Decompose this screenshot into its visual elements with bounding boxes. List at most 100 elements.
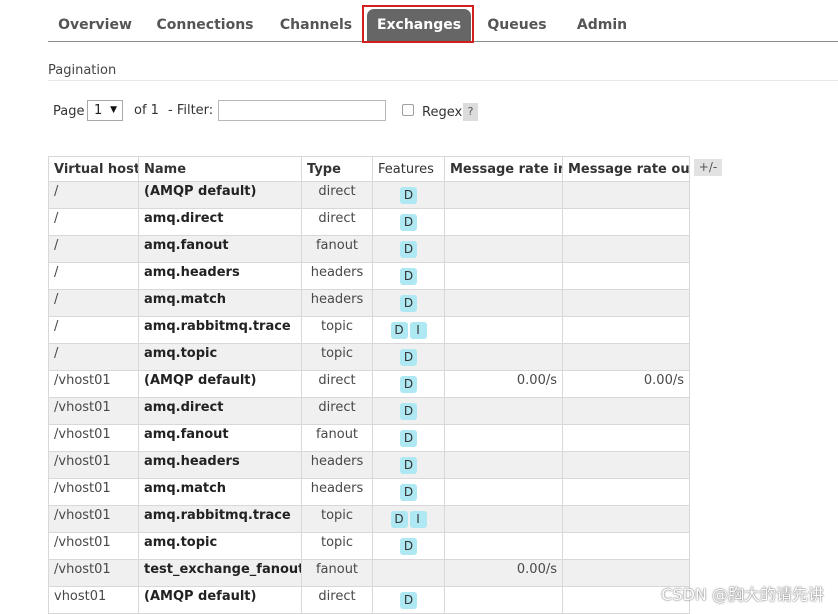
regex-label: Regex (422, 105, 463, 120)
durable-badge: D (390, 322, 408, 339)
col-message-rate-out[interactable]: Message rate out (562, 156, 690, 182)
vhost-cell: /vhost01 (48, 451, 139, 479)
message-rate-out-cell (562, 316, 690, 344)
durable-badge: D (400, 430, 417, 447)
table-row: /vhost01 amq.topic topic D (48, 532, 690, 560)
vhost-cell: / (48, 181, 139, 209)
type-cell: topic (301, 316, 373, 344)
table-row: /vhost01 amq.match headers D (48, 478, 690, 506)
exchange-name-link[interactable]: test_exchange_fanout (138, 559, 302, 587)
main-nav: Overview Connections Channels Exchanges Queu… (48, 0, 838, 42)
features-cell: D (372, 532, 445, 560)
pagination-heading: Pagination (48, 63, 117, 78)
message-rate-in-cell (444, 316, 563, 344)
exchange-name-link[interactable]: amq.direct (138, 397, 302, 425)
message-rate-out-cell (562, 532, 690, 560)
table-row: /vhost01 (AMQP default) direct D 0.00/s 0.00/… (48, 370, 690, 398)
message-rate-in-cell (444, 532, 563, 560)
pagination-divider (48, 80, 838, 81)
table-row: /vhost01 amq.direct direct D (48, 397, 690, 425)
message-rate-in-cell (444, 208, 563, 236)
message-rate-in-cell (444, 478, 563, 506)
message-rate-in-cell (444, 343, 563, 371)
tab-admin[interactable]: Admin (568, 9, 636, 41)
message-rate-out-cell (562, 451, 690, 479)
durable-badge: D (400, 214, 417, 231)
message-rate-in-cell (444, 586, 563, 614)
type-cell: headers (301, 478, 373, 506)
table-row: /vhost01 amq.rabbitmq.trace topic D I (48, 505, 690, 533)
tab-channels[interactable]: Channels (271, 9, 361, 41)
exchange-name-link[interactable]: amq.fanout (138, 424, 302, 452)
features-cell: D (372, 451, 445, 479)
vhost-cell: / (48, 262, 139, 290)
exchange-name-link[interactable]: amq.match (138, 478, 302, 506)
col-name[interactable]: Name (138, 156, 302, 182)
features-cell: D (372, 370, 445, 398)
vhost-cell: /vhost01 (48, 478, 139, 506)
exchange-name-link[interactable]: amq.direct (138, 208, 302, 236)
chevron-down-icon: ▼ (110, 105, 117, 115)
message-rate-in-cell (444, 289, 563, 317)
message-rate-out-cell (562, 181, 690, 209)
durable-badge: D (400, 376, 417, 393)
durable-badge: D (400, 241, 417, 258)
exchange-name-link[interactable]: amq.match (138, 289, 302, 317)
message-rate-out-cell (562, 505, 690, 533)
page-count-label: of 1 (134, 103, 159, 118)
regex-checkbox[interactable] (402, 104, 414, 116)
features-cell: DI (372, 316, 445, 344)
vhost-cell: /vhost01 (48, 559, 139, 587)
features-cell: D (372, 289, 445, 317)
exchange-name-link[interactable]: amq.topic (138, 532, 302, 560)
message-rate-in-cell (444, 181, 563, 209)
page-select[interactable]: 1 ▼ (87, 100, 123, 121)
vhost-cell: /vhost01 (48, 532, 139, 560)
exchange-name-link[interactable]: (AMQP default) (138, 586, 302, 614)
col-features: Features (372, 156, 445, 182)
message-rate-out-cell (562, 289, 690, 317)
column-toggle-button[interactable]: +/- (694, 159, 722, 176)
exchange-name-link[interactable]: amq.headers (138, 262, 302, 290)
table-row: vhost01 (AMQP default) direct D (48, 586, 690, 614)
message-rate-out-cell (562, 478, 690, 506)
features-cell: D (372, 208, 445, 236)
features-cell: D (372, 181, 445, 209)
exchange-name-link[interactable]: amq.rabbitmq.trace (138, 505, 302, 533)
durable-badge: D (400, 295, 417, 312)
type-cell: direct (301, 586, 373, 614)
exchange-name-link[interactable]: amq.fanout (138, 235, 302, 263)
tab-queues[interactable]: Queues (479, 9, 555, 41)
message-rate-out-cell (562, 343, 690, 371)
type-cell: topic (301, 505, 373, 533)
tab-connections[interactable]: Connections (153, 9, 257, 41)
regex-help-button[interactable]: ? (463, 103, 478, 121)
message-rate-in-cell: 0.00/s (444, 370, 563, 398)
exchange-name-link[interactable]: amq.rabbitmq.trace (138, 316, 302, 344)
page-label: Page (53, 104, 85, 119)
exchange-name-link[interactable]: (AMQP default) (138, 181, 302, 209)
col-virtual-host[interactable]: Virtual host (48, 156, 139, 182)
message-rate-in-cell (444, 262, 563, 290)
table-row: / amq.topic topic D (48, 343, 690, 371)
features-cell (372, 559, 445, 587)
exchange-name-link[interactable]: amq.headers (138, 451, 302, 479)
col-type[interactable]: Type (301, 156, 373, 182)
features-cell: D (372, 262, 445, 290)
exchange-name-link[interactable]: amq.topic (138, 343, 302, 371)
watermark-text: CSDN @胸大的请先讲 (661, 585, 824, 604)
exchange-name-link[interactable]: (AMQP default) (138, 370, 302, 398)
tab-exchanges[interactable]: Exchanges (367, 9, 471, 41)
tab-overview[interactable]: Overview (48, 9, 142, 41)
features-cell: D (372, 343, 445, 371)
table-row: /vhost01 test_exchange_fanout fanout 0.00/s (48, 559, 690, 587)
exchanges-table: Virtual host Name Type Features Message … (48, 156, 690, 614)
col-message-rate-in[interactable]: Message rate in (444, 156, 563, 182)
type-cell: direct (301, 397, 373, 425)
features-cell: D (372, 235, 445, 263)
filter-label: - Filter: (168, 103, 214, 118)
type-cell: headers (301, 262, 373, 290)
filter-input[interactable] (218, 100, 386, 121)
vhost-cell: / (48, 316, 139, 344)
vhost-cell: / (48, 343, 139, 371)
